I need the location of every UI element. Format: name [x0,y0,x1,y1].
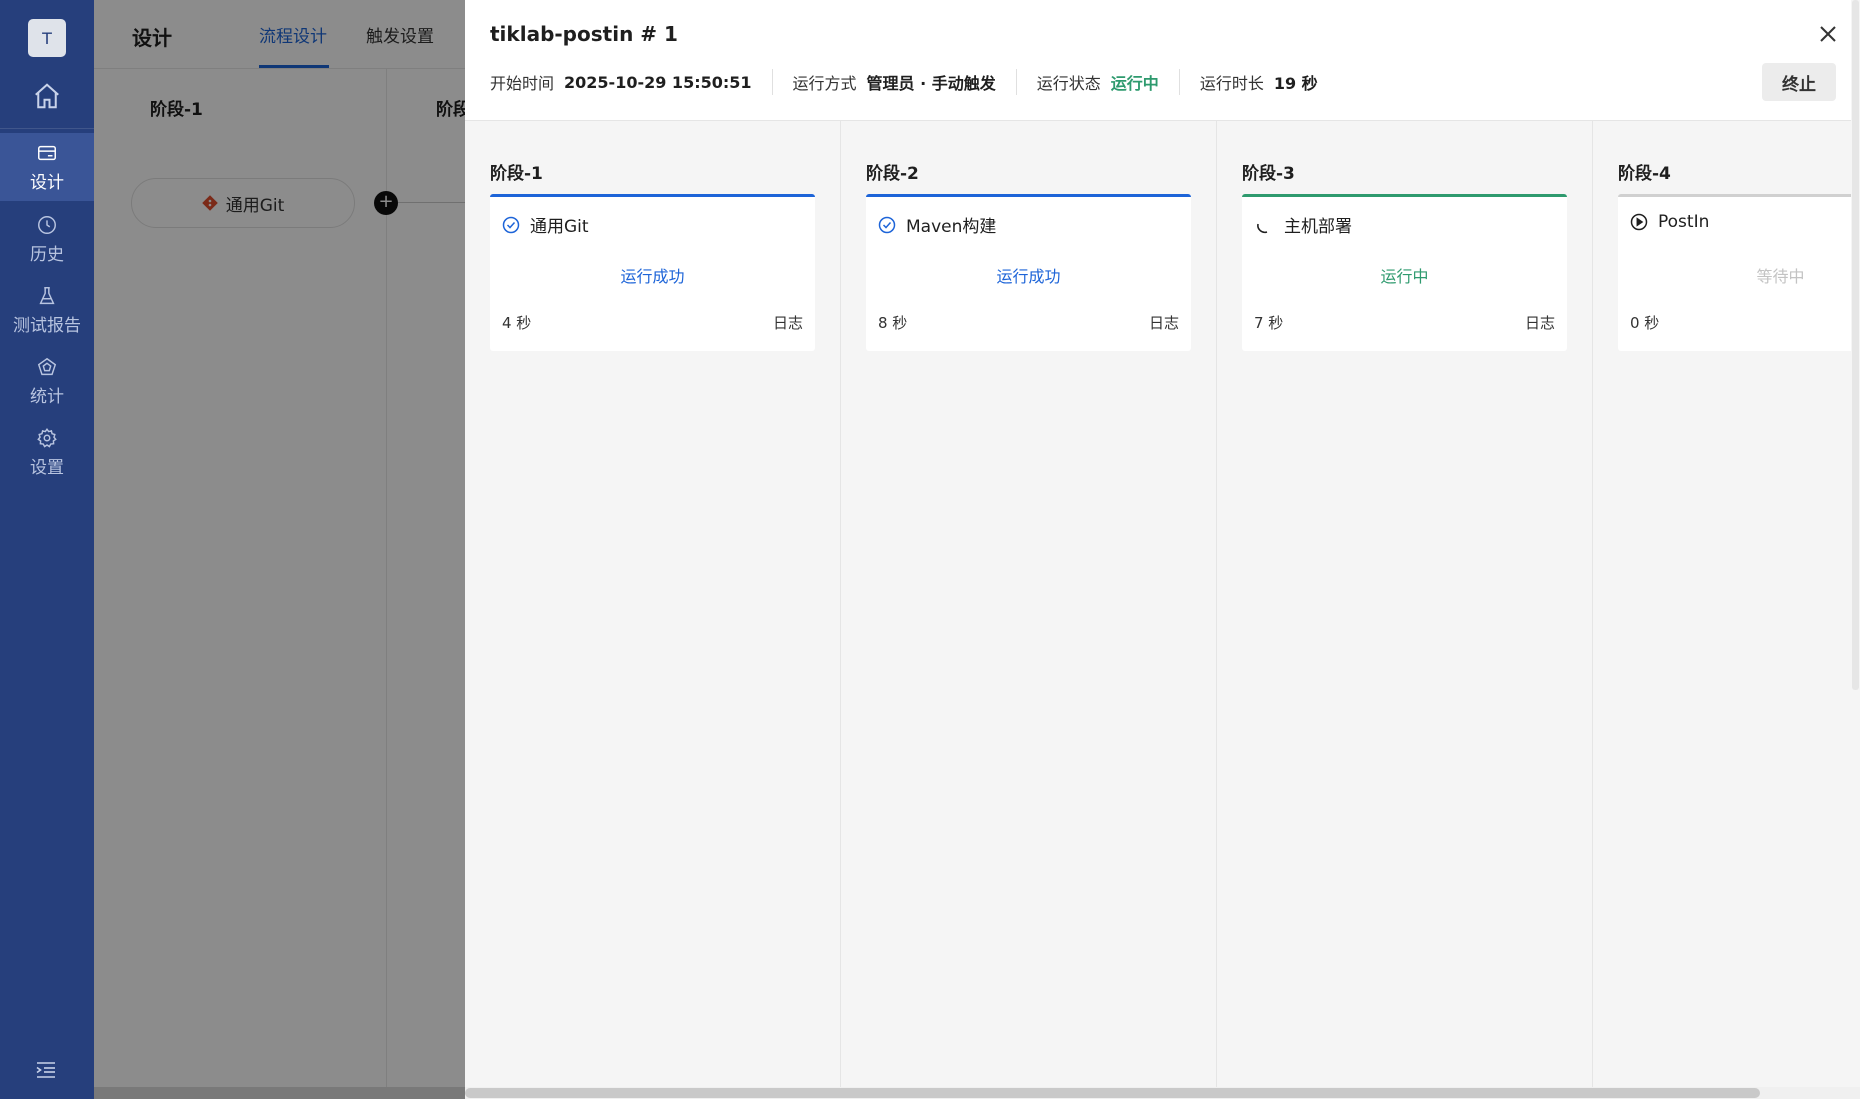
start-time-label: 开始时间 [490,74,555,93]
nav-item-label: 历史 [30,244,64,265]
task-name: 通用Git [530,217,589,237]
task-status: 运行成功 [996,267,1061,286]
start-time-value: 2025-10-29 15:50:51 [564,72,752,92]
task-header: 主机部署 [1254,212,1352,237]
task-duration: 8 秒 [878,314,908,332]
gear-icon [37,427,57,448]
stage-column: 阶段-1 通用Git 运行成功 4 秒 日志 [465,121,841,1087]
task-header: PostIn [1630,212,1709,232]
stage-name: 阶段-1 [490,164,543,184]
nav-item-history[interactable]: 历史 [0,205,94,273]
clock-icon [38,215,56,234]
collapse-menu-icon[interactable] [34,1060,60,1082]
nav-divider [0,128,94,129]
task-status: 运行中 [1380,267,1429,286]
task-duration: 4 秒 [502,314,532,332]
task-name: 主机部署 [1284,217,1352,237]
drawer-title: tiklab-postin # 1 [490,22,678,46]
task-card[interactable]: Maven构建 运行成功 8 秒 日志 [866,194,1191,351]
left-navigation: T 设计 历史 测试报告 统计 设置 [0,0,94,1099]
stage-name: 阶段-2 [866,164,919,184]
close-icon [1820,26,1836,42]
start-time-group: 开始时间 2025-10-29 15:50:51 [490,69,772,95]
stage-name: 阶段-3 [1242,164,1295,184]
task-card[interactable]: 通用Git 运行成功 4 秒 日志 [490,194,815,351]
vertical-scrollbar-thumb[interactable] [1852,0,1859,690]
stop-button[interactable]: 终止 [1762,63,1836,101]
run-meta: 开始时间 2025-10-29 15:50:51 运行方式 管理员 · 手动触发… [490,69,1338,95]
log-link[interactable]: 日志 [1149,312,1179,333]
stage-name: 阶段-4 [1618,164,1671,184]
run-status-value: 运行中 [1110,74,1159,93]
horizontal-scrollbar-thumb[interactable] [465,1088,1760,1098]
nav-item-design[interactable]: 设计 [0,133,94,201]
task-header: 通用Git [502,212,589,237]
run-mode-group: 运行方式 管理员 · 手动触发 [771,69,1016,95]
home-icon[interactable] [27,76,67,116]
run-duration-group: 运行时长 19 秒 [1178,69,1338,95]
run-status-group: 运行状态 运行中 [1015,69,1179,95]
loading-spinner-icon [1257,223,1268,233]
run-duration-value: 19 秒 [1273,74,1318,93]
pentagon-chart-icon [37,357,57,375]
close-button[interactable] [1814,20,1842,48]
task-status: 等待中 [1756,267,1805,286]
run-duration-label: 运行时长 [1199,74,1264,93]
run-mode-value: 管理员 · 手动触发 [866,74,996,93]
task-duration: 0 秒 [1630,314,1660,332]
stage-column: 阶段-4 PostIn 等待中 0 秒 [1593,121,1860,1087]
nav-item-label: 设计 [30,172,64,193]
stage-column: 阶段-3 主机部署 运行中 7 秒 日志 [1217,121,1593,1087]
avatar[interactable]: T [28,19,66,57]
task-card[interactable]: PostIn 等待中 0 秒 [1618,194,1860,351]
nav-item-label: 设置 [30,457,64,478]
task-duration: 7 秒 [1254,314,1284,332]
task-name: PostIn [1658,212,1710,232]
check-circle-icon [502,216,520,233]
nav-item-settings[interactable]: 设置 [0,418,94,486]
stage-column: 阶段-2 Maven构建 运行成功 8 秒 日志 [841,121,1217,1087]
task-header: Maven构建 [878,212,996,237]
check-circle-icon [878,216,896,233]
log-link[interactable]: 日志 [773,312,803,333]
task-name: Maven构建 [906,217,997,237]
run-mode-label: 运行方式 [792,74,857,93]
run-status-label: 运行状态 [1036,74,1101,93]
flask-icon [39,286,55,304]
design-icon [38,145,56,160]
play-circle-icon [1630,213,1648,231]
run-detail-drawer: tiklab-postin # 1 开始时间 2025-10-29 15:50:… [465,0,1860,1099]
task-status: 运行成功 [620,267,685,286]
nav-item-test-report[interactable]: 测试报告 [0,276,94,344]
nav-item-label: 统计 [30,386,64,407]
nav-item-statistics[interactable]: 统计 [0,347,94,415]
log-link[interactable]: 日志 [1525,312,1555,333]
nav-item-label: 测试报告 [13,315,81,336]
task-card[interactable]: 主机部署 运行中 7 秒 日志 [1242,194,1567,351]
stage-board: 阶段-1 通用Git 运行成功 4 秒 日志 阶段-2 Maven构建 运行成功 [465,121,1860,1087]
